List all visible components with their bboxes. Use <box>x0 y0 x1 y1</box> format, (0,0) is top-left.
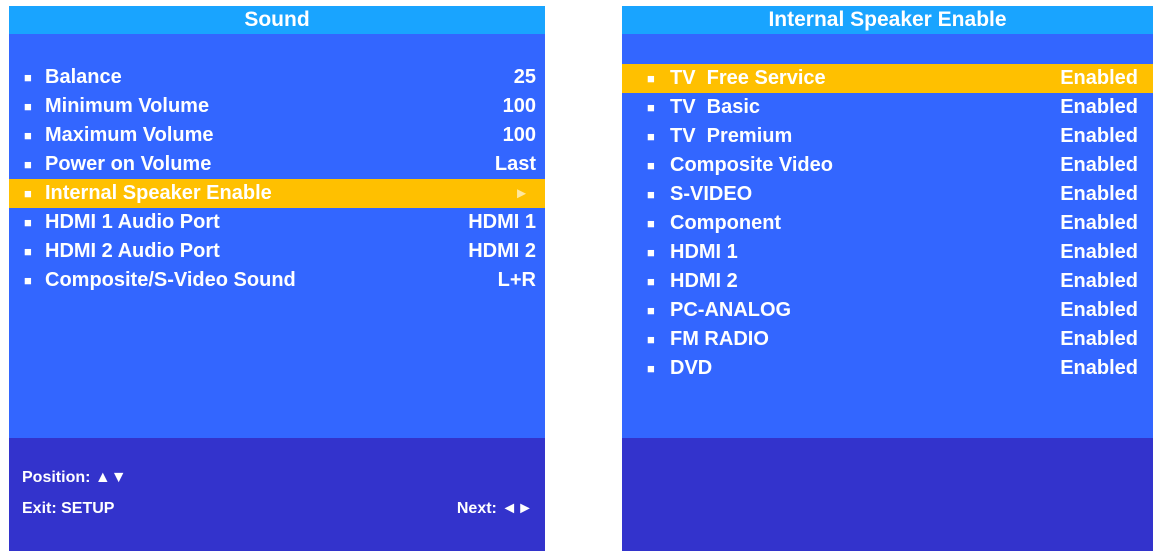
position-hint: Position: ▲▼ <box>22 469 127 487</box>
bullet-icon: ■ <box>24 273 32 288</box>
menu-item-value: HDMI 2 <box>468 240 536 262</box>
source-item-status: Enabled <box>1060 328 1138 350</box>
source-item-hdmi1[interactable]: ■ HDMI 1 Enabled <box>622 238 1153 267</box>
source-item-status: Enabled <box>1060 67 1138 89</box>
bullet-icon: ■ <box>647 274 655 289</box>
source-item-status: Enabled <box>1060 212 1138 234</box>
bullet-icon: ■ <box>24 157 32 172</box>
menu-item-maximum-volume[interactable]: ■ Maximum Volume 100 <box>9 121 545 150</box>
bullet-icon: ■ <box>24 244 32 259</box>
source-item-label: HDMI 1 <box>670 241 738 263</box>
source-item-status: Enabled <box>1060 96 1138 118</box>
bullet-icon: ■ <box>647 158 655 173</box>
next-hint-label: Next: <box>456 500 497 517</box>
menu-item-label: HDMI 1 Audio Port <box>45 211 220 233</box>
bullet-icon: ■ <box>647 332 655 347</box>
source-item-label: S-VIDEO <box>670 183 753 205</box>
bullet-icon: ■ <box>647 361 655 376</box>
bullet-icon: ■ <box>647 216 655 231</box>
menu-item-value: HDMI 1 <box>468 211 536 233</box>
source-item-label: DVD <box>670 357 713 379</box>
menu-item-value: L+R <box>497 269 536 291</box>
menu-item-value: Last <box>494 153 536 175</box>
source-item-label: PC-ANALOG <box>670 299 792 321</box>
source-item-label: Component <box>670 212 782 234</box>
source-item-status: Enabled <box>1060 183 1138 205</box>
source-item-fm-radio[interactable]: ■ FM RADIO Enabled <box>622 325 1153 354</box>
source-item-status: Enabled <box>1060 357 1138 379</box>
bullet-icon: ■ <box>24 70 32 85</box>
source-item-status: Enabled <box>1060 299 1138 321</box>
menu-item-label: Minimum Volume <box>45 95 210 117</box>
right-panel-footer <box>622 438 1153 551</box>
source-item-label: FM RADIO <box>670 328 769 350</box>
bullet-icon: ■ <box>647 245 655 260</box>
submenu-arrow-icon: ► <box>514 185 529 202</box>
menu-item-label: Maximum Volume <box>45 124 214 146</box>
menu-item-internal-speaker-enable[interactable]: ■ Internal Speaker Enable ► <box>9 179 545 208</box>
bullet-icon: ■ <box>24 99 32 114</box>
bullet-icon: ■ <box>24 186 32 201</box>
menu-item-hdmi2-audio-port[interactable]: ■ HDMI 2 Audio Port HDMI 2 <box>9 237 545 266</box>
menu-item-hdmi1-audio-port[interactable]: ■ HDMI 1 Audio Port HDMI 1 <box>9 208 545 237</box>
key-hint-footer: Position: ▲▼ Exit: SETUP Next: ◄► <box>9 438 545 551</box>
source-item-pc-analog[interactable]: ■ PC-ANALOG Enabled <box>622 296 1153 325</box>
bullet-icon: ■ <box>647 303 655 318</box>
menu-item-label: Composite/S-Video Sound <box>45 269 296 291</box>
menu-item-label: Power on Volume <box>45 153 212 175</box>
menu-item-minimum-volume[interactable]: ■ Minimum Volume 100 <box>9 92 545 121</box>
menu-item-label: HDMI 2 Audio Port <box>45 240 220 262</box>
left-right-arrows-icon: ◄► <box>501 500 533 517</box>
source-item-tv-free-service[interactable]: ■ TV Free Service Enabled <box>622 64 1153 93</box>
source-item-s-video[interactable]: ■ S-VIDEO Enabled <box>622 180 1153 209</box>
source-item-component[interactable]: ■ Component Enabled <box>622 209 1153 238</box>
source-item-label: HDMI 2 <box>670 270 738 292</box>
sound-menu-panel: Sound ■ Balance 25 ■ Minimum Volume 100 … <box>9 6 545 551</box>
menu-item-power-on-volume[interactable]: ■ Power on Volume Last <box>9 150 545 179</box>
position-hint-label: Position: <box>22 469 91 486</box>
source-item-dvd[interactable]: ■ DVD Enabled <box>622 354 1153 383</box>
up-down-arrows-icon: ▲▼ <box>94 469 127 486</box>
speaker-enable-list: ■ TV Free Service Enabled ■ TV Basic Ena… <box>622 64 1153 383</box>
source-item-label: TV Basic <box>670 96 761 118</box>
source-item-status: Enabled <box>1060 125 1138 147</box>
bullet-icon: ■ <box>24 215 32 230</box>
exit-hint: Exit: SETUP <box>22 500 115 517</box>
menu-item-balance[interactable]: ■ Balance 25 <box>9 63 545 92</box>
source-item-label: TV Free Service <box>670 67 826 89</box>
menu-item-value: 100 <box>502 95 536 117</box>
source-item-tv-basic[interactable]: ■ TV Basic Enabled <box>622 93 1153 122</box>
source-item-hdmi2[interactable]: ■ HDMI 2 Enabled <box>622 267 1153 296</box>
sound-menu-list: ■ Balance 25 ■ Minimum Volume 100 ■ Maxi… <box>9 63 545 295</box>
source-item-status: Enabled <box>1060 241 1138 263</box>
sound-menu-title: Sound <box>9 6 545 34</box>
menu-item-value: 100 <box>502 124 536 146</box>
menu-item-label: Balance <box>45 66 122 88</box>
bullet-icon: ■ <box>647 129 655 144</box>
menu-item-composite-svideo-sound[interactable]: ■ Composite/S-Video Sound L+R <box>9 266 545 295</box>
menu-item-label: Internal Speaker Enable <box>45 182 272 204</box>
source-item-composite-video[interactable]: ■ Composite Video Enabled <box>622 151 1153 180</box>
bullet-icon: ■ <box>647 100 655 115</box>
bullet-icon: ■ <box>647 187 655 202</box>
bullet-icon: ■ <box>24 128 32 143</box>
source-item-status: Enabled <box>1060 154 1138 176</box>
source-item-status: Enabled <box>1060 270 1138 292</box>
source-item-label: Composite Video <box>670 154 833 176</box>
bullet-icon: ■ <box>647 71 655 86</box>
source-item-tv-premium[interactable]: ■ TV Premium Enabled <box>622 122 1153 151</box>
speaker-enable-panel: Internal Speaker Enable ■ TV Free Servic… <box>622 6 1153 551</box>
next-hint: Next: ◄► <box>457 500 533 518</box>
menu-item-value: 25 <box>513 66 536 88</box>
source-item-label: TV Premium <box>670 125 793 147</box>
speaker-enable-title: Internal Speaker Enable <box>622 6 1153 34</box>
